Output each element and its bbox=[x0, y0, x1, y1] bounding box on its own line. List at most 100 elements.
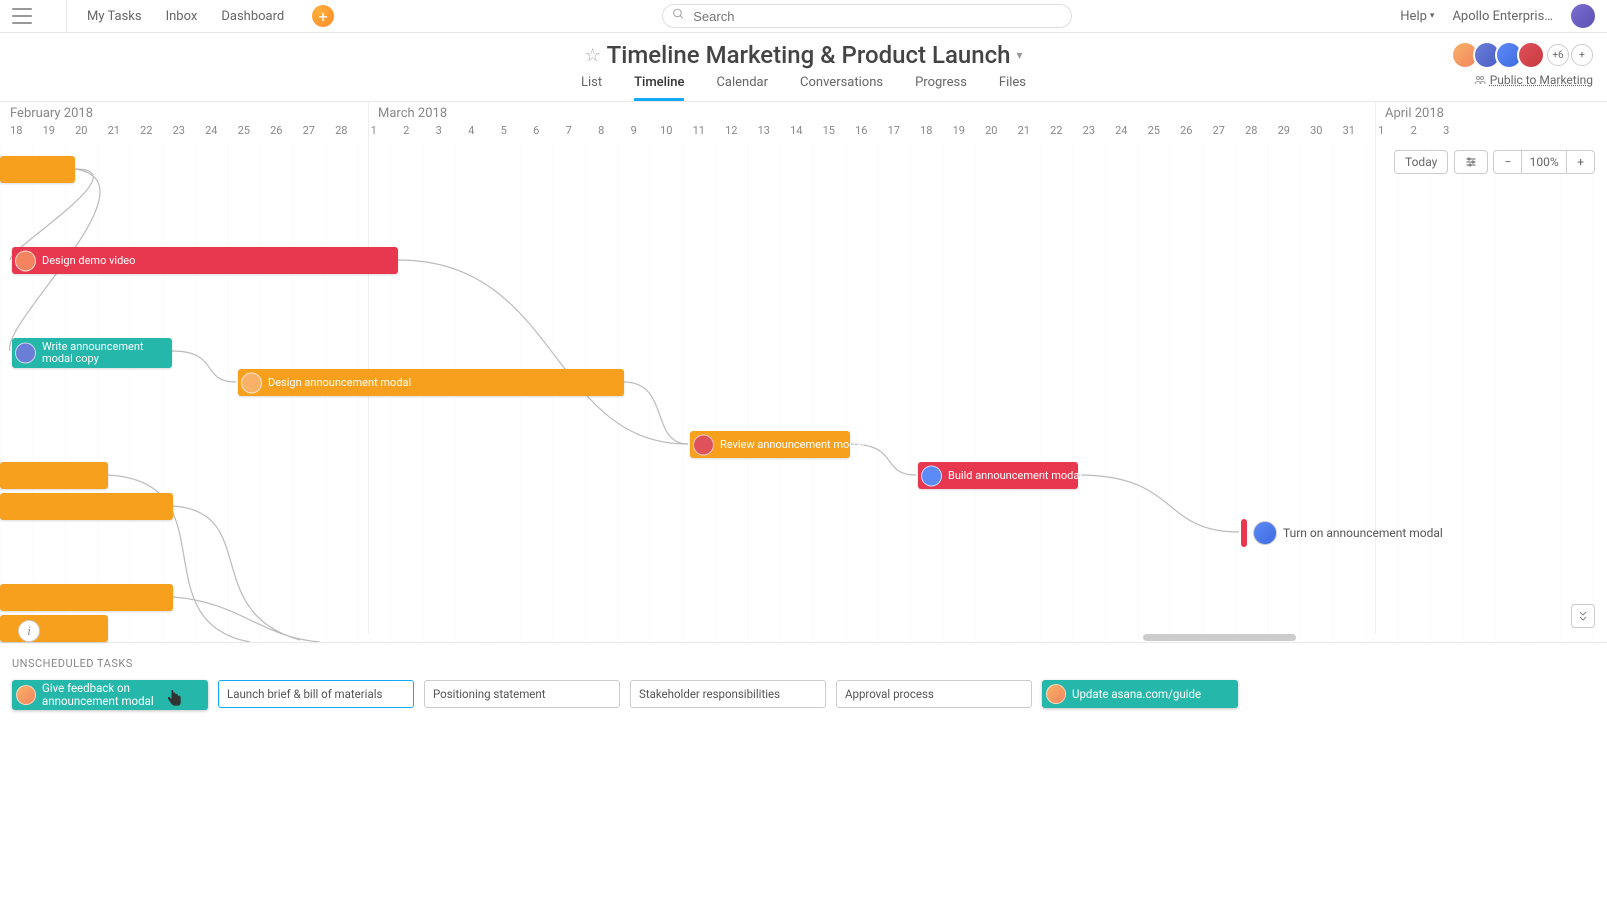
unscheduled-task[interactable]: Stakeholder responsibilities bbox=[630, 680, 826, 708]
day-cell: 11 bbox=[683, 124, 716, 140]
milestone-turn-on[interactable]: Turn on announcement modal bbox=[1241, 519, 1443, 547]
star-icon[interactable]: ☆ bbox=[585, 45, 601, 66]
unscheduled-task-label: Approval process bbox=[845, 687, 934, 701]
day-cell: 10 bbox=[650, 124, 683, 140]
day-cell: 17 bbox=[878, 124, 911, 140]
day-cell: 26 bbox=[1170, 124, 1203, 140]
tab-timeline[interactable]: Timeline bbox=[634, 75, 684, 101]
day-cell: 2 bbox=[1398, 124, 1431, 140]
task-bar-label: Build announcement modal bbox=[948, 469, 1082, 482]
member-overflow-count[interactable]: +6 bbox=[1547, 44, 1569, 66]
month-header: February 2018 March 2018 April 2018 bbox=[0, 102, 1607, 124]
assignee-avatar bbox=[1253, 521, 1277, 545]
assignee-avatar bbox=[241, 372, 262, 393]
unscheduled-task-label: Positioning statement bbox=[433, 687, 546, 701]
help-dropdown[interactable]: Help▾ bbox=[1400, 9, 1434, 24]
day-cell: 25 bbox=[228, 124, 261, 140]
project-menu-caret-icon[interactable]: ▾ bbox=[1016, 48, 1022, 62]
unscheduled-heading: UNSCHEDULED TASKS bbox=[12, 657, 1595, 670]
tab-conversations[interactable]: Conversations bbox=[800, 75, 883, 101]
task-bar[interactable]: Write announcement modal copy bbox=[12, 338, 172, 368]
day-cell: 5 bbox=[488, 124, 521, 140]
horizontal-scrollbar[interactable] bbox=[0, 634, 1607, 642]
user-avatar[interactable] bbox=[1571, 4, 1595, 28]
tab-progress[interactable]: Progress bbox=[915, 75, 967, 101]
tab-files[interactable]: Files bbox=[999, 75, 1026, 101]
quick-add-button[interactable]: + bbox=[312, 5, 334, 27]
day-cell: 3 bbox=[423, 124, 456, 140]
filter-button[interactable] bbox=[1454, 150, 1488, 174]
zoom-in-button[interactable]: + bbox=[1566, 150, 1595, 174]
day-cell: 9 bbox=[618, 124, 651, 140]
task-bar[interactable] bbox=[0, 156, 75, 183]
workspace-label[interactable]: Apollo Enterpris… bbox=[1452, 9, 1553, 24]
day-cell: 30 bbox=[1300, 124, 1333, 140]
nav-my-tasks[interactable]: My Tasks bbox=[87, 9, 142, 24]
zoom-out-button[interactable]: − bbox=[1493, 150, 1522, 174]
task-bar[interactable]: Design announcement modal bbox=[238, 369, 624, 396]
unscheduled-task-label: Launch brief & bill of materials bbox=[227, 687, 382, 701]
task-bar[interactable]: Build announcement modal bbox=[918, 462, 1078, 489]
nav-inbox[interactable]: Inbox bbox=[166, 9, 198, 24]
day-cell: 13 bbox=[748, 124, 781, 140]
day-cell: 2 bbox=[390, 124, 423, 140]
task-bar-label: Write announcement modal copy bbox=[42, 341, 172, 365]
day-cell: 19 bbox=[943, 124, 976, 140]
project-privacy-link[interactable]: Public to Marketing bbox=[1474, 73, 1593, 87]
divider bbox=[66, 0, 67, 33]
member-avatars[interactable]: +6 + bbox=[1457, 41, 1593, 69]
day-cell: 24 bbox=[1105, 124, 1138, 140]
day-cell: 24 bbox=[195, 124, 228, 140]
hamburger-menu-icon[interactable] bbox=[12, 8, 32, 24]
day-cell: 1 bbox=[1365, 124, 1398, 140]
task-bar[interactable] bbox=[0, 493, 173, 520]
assignee-avatar bbox=[15, 343, 36, 364]
assignee-avatar bbox=[16, 685, 36, 705]
milestone-marker-icon bbox=[1241, 519, 1247, 547]
day-cell: 20 bbox=[975, 124, 1008, 140]
tab-list[interactable]: List bbox=[581, 75, 602, 101]
task-bar[interactable]: Design demo video bbox=[12, 247, 398, 274]
day-cell: 3 bbox=[1430, 124, 1463, 140]
day-cell: 29 bbox=[1268, 124, 1301, 140]
day-cell: 28 bbox=[1235, 124, 1268, 140]
milestone-label: Turn on announcement modal bbox=[1283, 526, 1443, 540]
unscheduled-task[interactable]: Launch brief & bill of materials bbox=[218, 680, 414, 708]
day-cell: 31 bbox=[1333, 124, 1366, 140]
unscheduled-task[interactable]: Approval process bbox=[836, 680, 1032, 708]
day-cell: 18 bbox=[910, 124, 943, 140]
task-bar-label: Design demo video bbox=[42, 254, 135, 267]
task-bar[interactable] bbox=[0, 584, 173, 611]
task-bar-label: Review announcement modal bbox=[720, 438, 864, 451]
today-button[interactable]: Today bbox=[1394, 150, 1448, 174]
day-cell: 12 bbox=[715, 124, 748, 140]
unscheduled-task[interactable]: Update asana.com/guide bbox=[1042, 680, 1238, 708]
project-title: Timeline Marketing & Product Launch bbox=[607, 41, 1011, 69]
month-label: February 2018 bbox=[0, 106, 93, 121]
day-cell: 15 bbox=[813, 124, 846, 140]
unscheduled-task-label: Give feedback on announcement modal bbox=[42, 682, 200, 707]
day-cell: 4 bbox=[455, 124, 488, 140]
unscheduled-task[interactable]: Positioning statement bbox=[424, 680, 620, 708]
unscheduled-task[interactable]: Give feedback on announcement modal bbox=[12, 680, 208, 710]
task-bar[interactable]: Review announcement modal bbox=[690, 431, 850, 458]
unscheduled-task-label: Stakeholder responsibilities bbox=[639, 687, 780, 701]
day-cell: 25 bbox=[1138, 124, 1171, 140]
timeline-chart[interactable]: Design demo video Write announcement moda… bbox=[0, 142, 1607, 642]
day-cell: 7 bbox=[553, 124, 586, 140]
day-cell: 8 bbox=[585, 124, 618, 140]
day-cell: 23 bbox=[163, 124, 196, 140]
collapse-unscheduled-button[interactable] bbox=[1571, 604, 1595, 628]
day-cell: 27 bbox=[1203, 124, 1236, 140]
month-label: March 2018 bbox=[368, 106, 447, 121]
day-cell: 22 bbox=[130, 124, 163, 140]
day-cell: 26 bbox=[260, 124, 293, 140]
nav-dashboard[interactable]: Dashboard bbox=[221, 9, 284, 24]
add-member-button[interactable]: + bbox=[1571, 44, 1593, 66]
day-cell: 27 bbox=[293, 124, 326, 140]
search-input[interactable] bbox=[662, 4, 1072, 28]
tab-calendar[interactable]: Calendar bbox=[716, 75, 768, 101]
day-cell: 6 bbox=[520, 124, 553, 140]
day-cell: 20 bbox=[65, 124, 98, 140]
task-bar[interactable] bbox=[0, 462, 108, 489]
